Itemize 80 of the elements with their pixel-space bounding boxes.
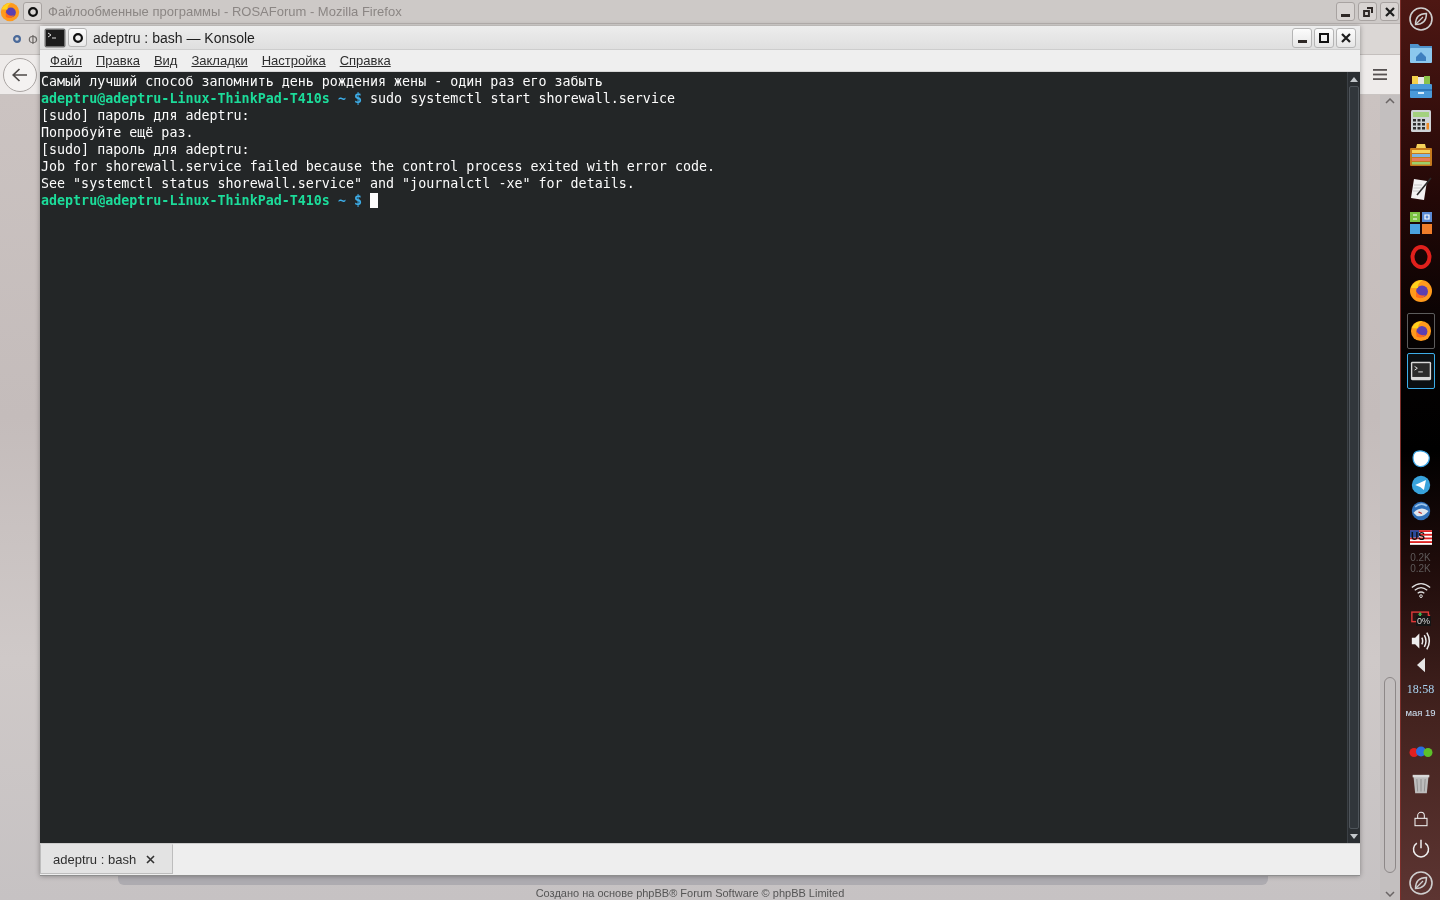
output-text: Job for shorewall.service failed because the control process exited with error code. bbox=[41, 159, 716, 174]
maximize-button[interactable] bbox=[1314, 27, 1334, 48]
caret-up-icon[interactable] bbox=[1385, 98, 1395, 104]
task-button[interactable] bbox=[1406, 353, 1435, 389]
menu-item[interactable]: Настройка bbox=[254, 51, 333, 70]
storage-box-icon[interactable] bbox=[1408, 75, 1433, 99]
window-title: adeptru : bash — Konsole bbox=[93, 29, 255, 46]
menu-item[interactable]: Правка bbox=[88, 51, 147, 70]
keyboard-layout: US bbox=[1411, 532, 1425, 542]
close-icon[interactable] bbox=[146, 854, 155, 864]
paper-pen-icon[interactable] bbox=[1408, 177, 1433, 201]
fox-globe-icon bbox=[0, 1, 20, 22]
clock-date: мая 19 bbox=[1405, 706, 1436, 718]
calculator-icon[interactable] bbox=[1408, 109, 1433, 133]
terminal-tab[interactable]: adeptru : bash bbox=[40, 844, 173, 874]
lock-icon[interactable] bbox=[1412, 809, 1429, 829]
leaf-ring-icon[interactable] bbox=[1408, 7, 1433, 31]
footer-text: Создано на основе phpBB® Forum Software © phpBB Limited bbox=[534, 887, 846, 900]
rounded-blob-icon[interactable] bbox=[1411, 450, 1430, 468]
minimize-button[interactable] bbox=[1336, 2, 1355, 21]
scrollbar-thumb[interactable] bbox=[1349, 86, 1359, 829]
back-button[interactable] bbox=[3, 57, 37, 92]
volume-icon[interactable] bbox=[1410, 631, 1431, 651]
pin-button[interactable] bbox=[68, 28, 87, 47]
leaf-ring-icon[interactable] bbox=[1408, 871, 1433, 895]
menu-button[interactable] bbox=[1373, 69, 1387, 80]
notes-stack-icon[interactable] bbox=[1408, 143, 1433, 167]
close-button[interactable] bbox=[1380, 2, 1399, 21]
left-arrow-icon bbox=[12, 67, 28, 82]
close-icon bbox=[1341, 32, 1351, 43]
ring-icon bbox=[27, 6, 38, 17]
menu-item[interactable]: Файл bbox=[43, 51, 89, 70]
o-ring-icon[interactable] bbox=[1408, 245, 1433, 269]
triangle-up-icon bbox=[1350, 76, 1358, 82]
triangle-down-icon bbox=[1350, 833, 1358, 839]
pin-button[interactable] bbox=[23, 2, 42, 21]
ring-icon bbox=[72, 32, 83, 43]
shell-prompt: adeptru@adeptru-Linux-ThinkPad-T410s ~ $ bbox=[41, 193, 362, 208]
menu-item[interactable]: Закладки bbox=[184, 51, 255, 70]
minimize-button[interactable] bbox=[1292, 27, 1312, 48]
output-text: Попробуйте ещё раз. bbox=[41, 125, 194, 140]
close-icon bbox=[1384, 6, 1395, 17]
flag-icon[interactable] bbox=[1409, 530, 1432, 545]
battery-level: 0% bbox=[1416, 616, 1431, 626]
terminal-icon bbox=[1409, 360, 1432, 382]
output-text: Самый лучший способ запомнить день рождения жены - один раз его забыть bbox=[41, 74, 603, 89]
menu-icon bbox=[1373, 69, 1387, 80]
terminal-scrollbar[interactable] bbox=[1347, 72, 1360, 843]
window-title: Файлообменные программы - ROSAForum - Mozilla Firefox bbox=[48, 4, 402, 19]
restore-button[interactable] bbox=[1358, 2, 1377, 21]
swoosh-disc-icon[interactable] bbox=[1410, 501, 1431, 521]
tiles-icon[interactable] bbox=[1408, 211, 1433, 235]
menu-item[interactable]: Вид bbox=[146, 51, 185, 70]
power-icon[interactable] bbox=[1410, 839, 1431, 859]
output-text: [sudo] пароль для adeptru: bbox=[41, 142, 250, 157]
terminal-icon bbox=[44, 27, 66, 48]
output-text: [sudo] пароль для adeptru: bbox=[41, 108, 250, 123]
maximize-icon bbox=[1319, 32, 1329, 43]
trash-icon[interactable] bbox=[1410, 772, 1431, 796]
task-button[interactable] bbox=[1406, 313, 1435, 349]
fox-globe-icon[interactable] bbox=[1408, 279, 1433, 303]
network-speed: 0.2K bbox=[1410, 563, 1431, 574]
menu-item[interactable]: Справка bbox=[332, 51, 398, 70]
clock-time: 18:58 bbox=[1406, 681, 1435, 697]
caret-down-icon[interactable] bbox=[1385, 891, 1395, 897]
output-text: See "systemctl status shorewall.service" and "journalctl -xe" for details. bbox=[41, 176, 635, 191]
network-speed: 0.2K bbox=[1410, 552, 1431, 563]
home-folder-icon[interactable] bbox=[1408, 41, 1433, 65]
close-button[interactable] bbox=[1336, 27, 1356, 48]
command-text: sudo systemctl start shorewall.service bbox=[370, 91, 675, 106]
tab-title[interactable]: Ф bbox=[28, 31, 38, 47]
ring-icon bbox=[13, 35, 21, 43]
minimize-icon bbox=[1341, 13, 1350, 17]
fox-globe-icon bbox=[1409, 320, 1432, 342]
three-balls-icon[interactable] bbox=[1408, 745, 1433, 759]
restore-icon bbox=[1362, 6, 1373, 17]
shell-prompt: adeptru@adeptru-Linux-ThinkPad-T410s ~ $ bbox=[41, 91, 362, 106]
page-scrollbar[interactable] bbox=[1380, 95, 1400, 900]
paper-plane-icon[interactable] bbox=[1410, 475, 1431, 495]
minimize-icon bbox=[1297, 39, 1307, 43]
